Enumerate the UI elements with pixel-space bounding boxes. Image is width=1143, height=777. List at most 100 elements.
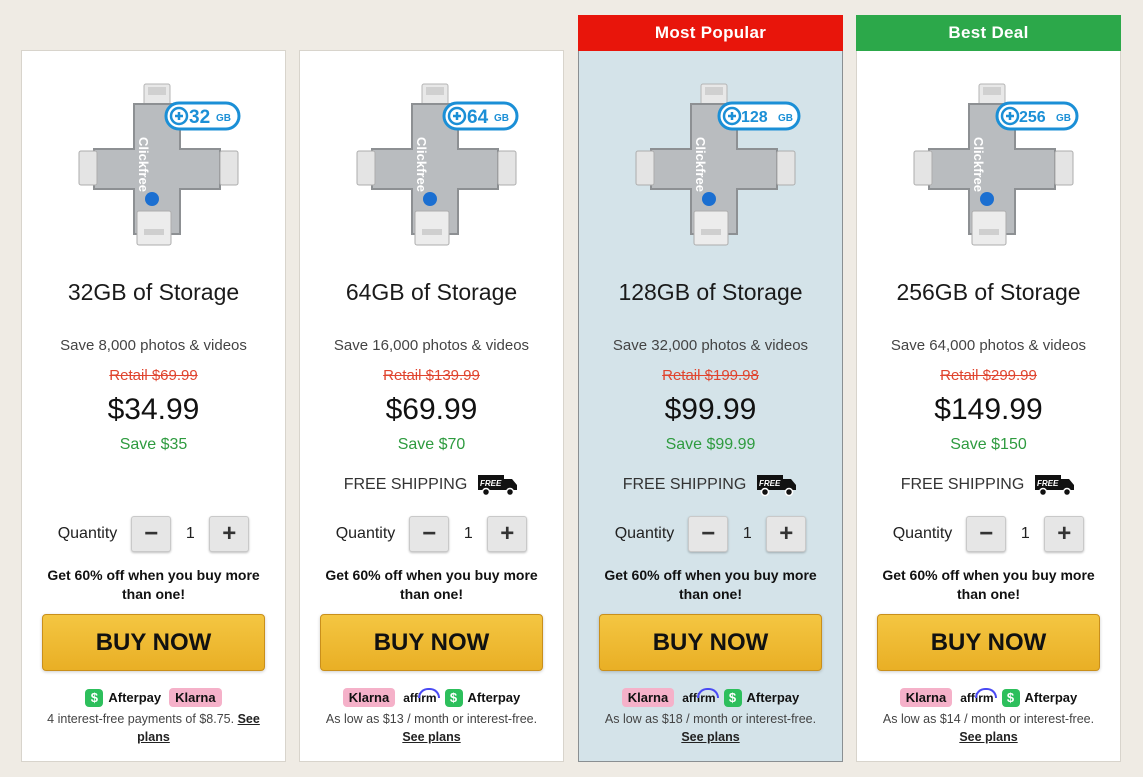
svg-text:FREE: FREE <box>1037 479 1059 488</box>
see-plans-link[interactable]: See plans <box>402 730 460 744</box>
svg-text:GB: GB <box>216 113 231 124</box>
svg-text:128: 128 <box>741 109 768 126</box>
savings: Save $99.99 <box>665 436 756 453</box>
quantity-decrement-button[interactable]: − <box>131 516 172 552</box>
sale-price: $149.99 <box>934 393 1043 426</box>
sale-price: $69.99 <box>385 393 478 426</box>
product-card-32gb: Clickfree 32 GB 32GB of Storage Save 8,0… <box>21 50 286 762</box>
quantity-value[interactable]: 1 <box>449 525 487 543</box>
quantity-value[interactable]: 1 <box>171 525 209 543</box>
svg-text:64: 64 <box>467 107 489 128</box>
card-title: 256GB of Storage <box>896 279 1081 305</box>
affirm-logo: affirm <box>960 687 998 705</box>
quantity-increment-button[interactable]: + <box>487 516 528 552</box>
quantity-decrement-button[interactable]: − <box>409 516 450 552</box>
quantity-decrement-button[interactable]: − <box>688 516 729 552</box>
usb-drive-image: Clickfree 256 GB <box>913 83 1079 246</box>
svg-text:GB: GB <box>1056 113 1071 124</box>
sale-price: $99.99 <box>664 393 757 426</box>
see-plans-link[interactable]: See plans <box>959 730 1017 744</box>
afterpay-logo: $ Afterpay <box>85 688 161 707</box>
free-shipping-label: FREE SHIPPING <box>900 476 1025 493</box>
afterpay-logo: $ Afterpay <box>1001 688 1077 707</box>
afterpay-logo: $ Afterpay <box>723 688 799 707</box>
savings: Save $150 <box>950 436 1027 453</box>
financing-text: As low as $13 / month or interest-free. … <box>325 712 538 744</box>
klarna-logo: Klarna <box>621 688 675 707</box>
financing-text: As low as $18 / month or interest-free. … <box>604 712 817 744</box>
payment-logos: Klarna affirm $ Afterpay <box>579 687 842 707</box>
svg-text:Clickfree: Clickfree <box>971 137 986 192</box>
quantity-stepper: Quantity − 1 + <box>857 516 1120 552</box>
quantity-decrement-button[interactable]: − <box>966 516 1007 552</box>
card-subtitle: Save 32,000 photos & videos <box>612 337 809 354</box>
afterpay-icon: $ <box>1001 688 1020 707</box>
savings: Save $70 <box>397 436 466 453</box>
best-deal-ribbon: Best Deal <box>856 15 1121 51</box>
retail-price: Retail $199.98 <box>662 367 759 384</box>
quantity-stepper: Quantity − 1 + <box>300 516 563 552</box>
free-shipping-label: FREE SHIPPING <box>343 476 468 493</box>
usb-drive-image: Clickfree 32 GB <box>78 83 241 246</box>
truck-icon: FREE <box>1035 475 1075 497</box>
buy-now-button[interactable]: BUY NOW <box>877 614 1100 671</box>
afterpay-icon: $ <box>85 688 104 707</box>
free-shipping: FREE SHIPPING FREE <box>300 473 563 497</box>
svg-text:FREE: FREE <box>480 479 502 488</box>
quantity-increment-button[interactable]: + <box>209 516 250 552</box>
payment-logos: $ Afterpay Klarna <box>22 688 285 707</box>
klarna-logo: Klarna <box>342 688 396 707</box>
card-title: 64GB of Storage <box>345 279 518 305</box>
svg-text:256: 256 <box>1019 109 1046 126</box>
klarna-logo: Klarna <box>169 688 222 707</box>
retail-price: Retail $299.99 <box>940 367 1037 384</box>
free-shipping: FREE SHIPPING FREE <box>857 473 1120 497</box>
quantity-value[interactable]: 1 <box>728 525 766 543</box>
afterpay-icon: $ <box>444 688 463 707</box>
payment-logos: Klarna affirm $ Afterpay <box>300 687 563 707</box>
svg-text:GB: GB <box>778 113 793 124</box>
product-card-64gb: Clickfree 64 GB 64GB of Storage Save 16,… <box>299 50 564 762</box>
usb-drive-image: Clickfree 64 GB <box>356 83 519 246</box>
truck-icon: FREE <box>478 475 518 497</box>
afterpay-icon: $ <box>723 688 742 707</box>
multi-buy-promo: Get 60% off when you buy more than one! <box>604 567 817 602</box>
sale-price: $34.99 <box>107 393 200 426</box>
card-subtitle: Save 8,000 photos & videos <box>60 337 247 354</box>
savings: Save $35 <box>119 436 188 453</box>
financing-text: As low as $14 / month or interest-free. … <box>882 712 1095 744</box>
retail-price: Retail $69.99 <box>109 367 198 384</box>
quantity-stepper: Quantity − 1 + <box>22 516 285 552</box>
free-shipping: FREE SHIPPING FREE <box>579 473 842 497</box>
retail-price: Retail $139.99 <box>383 367 480 384</box>
affirm-logo: affirm <box>403 687 441 705</box>
svg-text:Clickfree: Clickfree <box>414 137 429 192</box>
buy-now-button[interactable]: BUY NOW <box>599 614 822 671</box>
usb-drive-image: Clickfree 128 GB <box>635 83 801 246</box>
svg-text:Clickfree: Clickfree <box>136 137 151 192</box>
free-shipping-label: FREE SHIPPING <box>622 476 747 493</box>
klarna-logo: Klarna <box>899 688 953 707</box>
multi-buy-promo: Get 60% off when you buy more than one! <box>882 567 1095 602</box>
svg-text:GB: GB <box>494 113 509 124</box>
affirm-logo: affirm <box>682 687 720 705</box>
quantity-label: Quantity <box>892 525 953 542</box>
financing-text: 4 interest-free payments of $8.75. See p… <box>47 712 260 744</box>
card-title: 32GB of Storage <box>67 279 240 305</box>
svg-text:Clickfree: Clickfree <box>693 137 708 192</box>
quantity-stepper: Quantity − 1 + <box>579 516 842 552</box>
svg-text:32: 32 <box>189 107 210 128</box>
quantity-label: Quantity <box>614 525 675 542</box>
truck-icon: FREE <box>757 475 797 497</box>
card-title: 128GB of Storage <box>618 279 803 305</box>
buy-now-button[interactable]: BUY NOW <box>320 614 543 671</box>
buy-now-button[interactable]: BUY NOW <box>42 614 265 671</box>
quantity-value[interactable]: 1 <box>1006 525 1044 543</box>
card-subtitle: Save 64,000 photos & videos <box>890 337 1087 354</box>
quantity-increment-button[interactable]: + <box>766 516 807 552</box>
most-popular-ribbon: Most Popular <box>578 15 843 51</box>
payment-logos: Klarna affirm $ Afterpay <box>857 687 1120 707</box>
quantity-increment-button[interactable]: + <box>1044 516 1085 552</box>
see-plans-link[interactable]: See plans <box>681 730 739 744</box>
product-card-256gb: Best Deal Clickfree 256 GB 256GB of Stor… <box>856 15 1121 762</box>
